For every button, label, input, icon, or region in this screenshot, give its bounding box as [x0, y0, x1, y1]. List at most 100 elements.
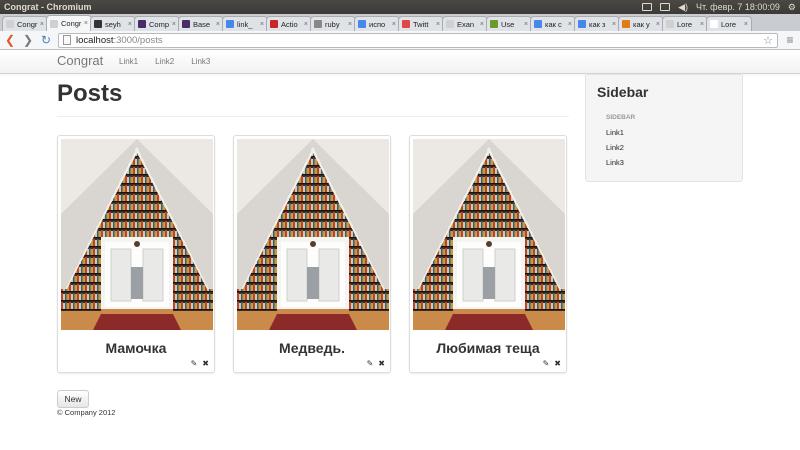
tab-label: Use — [501, 19, 515, 29]
favicon-icon — [138, 20, 146, 28]
tab-label: как з — [589, 19, 606, 29]
close-tab-icon[interactable]: × — [700, 21, 704, 28]
battery-icon[interactable] — [660, 3, 671, 11]
browser-tab[interactable]: Lore × — [662, 16, 708, 31]
close-tab-icon[interactable]: × — [480, 21, 484, 28]
tab-label: Lore — [677, 19, 693, 29]
post-image[interactable] — [237, 139, 389, 330]
os-top-panel: Congrat - Chromium ◀) Чт. февр. 7 18:00:… — [0, 0, 800, 14]
favicon-icon — [270, 20, 278, 28]
close-tab-icon[interactable]: × — [392, 21, 396, 28]
system-tray: ◀) Чт. февр. 7 18:00:09 ⚙ — [642, 2, 796, 13]
sidebar-link-2[interactable]: Link2 — [606, 143, 624, 152]
favicon-icon — [226, 20, 234, 28]
tab-label: испо — [369, 19, 386, 29]
tab-label: Comp — [149, 19, 170, 29]
browser-tab[interactable]: как з × — [574, 16, 620, 31]
mail-icon[interactable] — [642, 3, 653, 11]
reload-icon[interactable]: ↻ — [40, 34, 52, 46]
sidebar-link-3[interactable]: Link3 — [606, 158, 624, 167]
favicon-icon — [182, 20, 190, 28]
close-tab-icon[interactable]: × — [612, 21, 616, 28]
brand-link[interactable]: Congrat — [57, 53, 103, 68]
close-tab-icon[interactable]: × — [656, 21, 660, 28]
nav-links: Link1 Link2 Link3 — [119, 57, 210, 66]
favicon-icon — [446, 20, 454, 28]
browser-tab[interactable]: Lore × — [706, 16, 752, 31]
close-tab-icon[interactable]: × — [40, 21, 44, 28]
remove-icon[interactable]: ✖ — [554, 359, 561, 368]
tab-label: Lore — [721, 19, 737, 29]
tab-label: как с — [545, 19, 562, 29]
window-title: Congrat - Chromium — [4, 2, 92, 12]
favicon-icon — [666, 20, 674, 28]
tab-label: Twitt — [413, 19, 429, 29]
sidebar-nav-header: SIDEBAR — [606, 114, 636, 121]
sidebar-link-1[interactable]: Link1 — [606, 128, 624, 137]
close-tab-icon[interactable]: × — [304, 21, 308, 28]
bookmark-star-icon[interactable]: ☆ — [763, 34, 773, 47]
browser-tab[interactable]: Actio × — [266, 16, 312, 31]
post-caption: Мамочка — [105, 340, 167, 356]
tab-label: Congr — [17, 19, 38, 29]
tab-label: Actio — [281, 19, 298, 29]
new-post-button[interactable]: New — [57, 390, 89, 408]
nav-link-1[interactable]: Link1 — [119, 57, 138, 66]
favicon-icon — [534, 20, 542, 28]
address-bar[interactable]: localhost:3000/posts ☆ — [58, 32, 778, 48]
tab-label: seyh — [105, 19, 121, 29]
url-path: :3000/posts — [113, 34, 163, 46]
tab-label: Exan — [457, 19, 475, 29]
browser-tab[interactable]: испо × — [354, 16, 400, 31]
remove-icon[interactable]: ✖ — [202, 359, 209, 368]
page-icon — [63, 35, 71, 45]
pencil-icon[interactable]: ✎ — [367, 359, 374, 368]
close-tab-icon[interactable]: × — [436, 21, 440, 28]
close-tab-icon[interactable]: × — [568, 21, 572, 28]
browser-tab[interactable]: Comp × — [134, 16, 180, 31]
favicon-icon — [6, 20, 14, 28]
browser-tab[interactable]: Twitt × — [398, 16, 444, 31]
post-image[interactable] — [61, 139, 213, 330]
browser-tab[interactable]: ruby × — [310, 16, 356, 31]
close-tab-icon[interactable]: × — [172, 21, 176, 28]
remove-icon[interactable]: ✖ — [378, 359, 385, 368]
url-host: localhost — [76, 34, 114, 46]
browser-tab[interactable]: seyh × — [90, 16, 136, 31]
menu-icon[interactable]: ≡ — [784, 34, 796, 46]
volume-icon[interactable]: ◀) — [678, 2, 688, 13]
browser-tab[interactable]: как у × — [618, 16, 664, 31]
browser-toolbar: ❮ ❯ ↻ localhost:3000/posts ☆ ≡ — [0, 31, 800, 50]
pencil-icon[interactable]: ✎ — [191, 359, 198, 368]
favicon-icon — [94, 20, 102, 28]
tab-label: ruby — [325, 19, 340, 29]
browser-tab[interactable]: Congr × — [2, 16, 48, 31]
browser-tab[interactable]: link_ × — [222, 16, 268, 31]
close-tab-icon[interactable]: × — [128, 21, 132, 28]
close-tab-icon[interactable]: × — [524, 21, 528, 28]
pencil-icon[interactable]: ✎ — [543, 359, 550, 368]
browser-tab[interactable]: Congr × — [46, 15, 92, 31]
browser-tab[interactable]: Exan × — [442, 16, 488, 31]
nav-link-2[interactable]: Link2 — [155, 57, 174, 66]
forward-arrow-icon[interactable]: ❯ — [22, 34, 34, 46]
nav-link-3[interactable]: Link3 — [191, 57, 210, 66]
browser-tab[interactable]: Use × — [486, 16, 532, 31]
close-tab-icon[interactable]: × — [744, 21, 748, 28]
post-image[interactable] — [413, 139, 565, 330]
favicon-icon — [710, 20, 718, 28]
browser-tab[interactable]: как с × — [530, 16, 576, 31]
close-tab-icon[interactable]: × — [348, 21, 352, 28]
gear-icon[interactable]: ⚙ — [788, 2, 796, 13]
back-arrow-icon[interactable]: ❮ — [4, 34, 16, 46]
favicon-icon — [50, 19, 58, 28]
close-tab-icon[interactable]: × — [216, 21, 220, 28]
close-tab-icon[interactable]: × — [260, 21, 264, 28]
browser-tab[interactable]: Base × — [178, 16, 224, 31]
clock[interactable]: Чт. февр. 7 18:00:09 — [696, 2, 780, 12]
footer-copyright: © Company 2012 — [57, 408, 116, 417]
close-tab-icon[interactable]: × — [84, 20, 88, 27]
favicon-icon — [402, 20, 410, 28]
tab-label: Congr — [61, 19, 82, 28]
sidebar: Sidebar SIDEBAR Link1 Link2 Link3 — [585, 74, 743, 182]
